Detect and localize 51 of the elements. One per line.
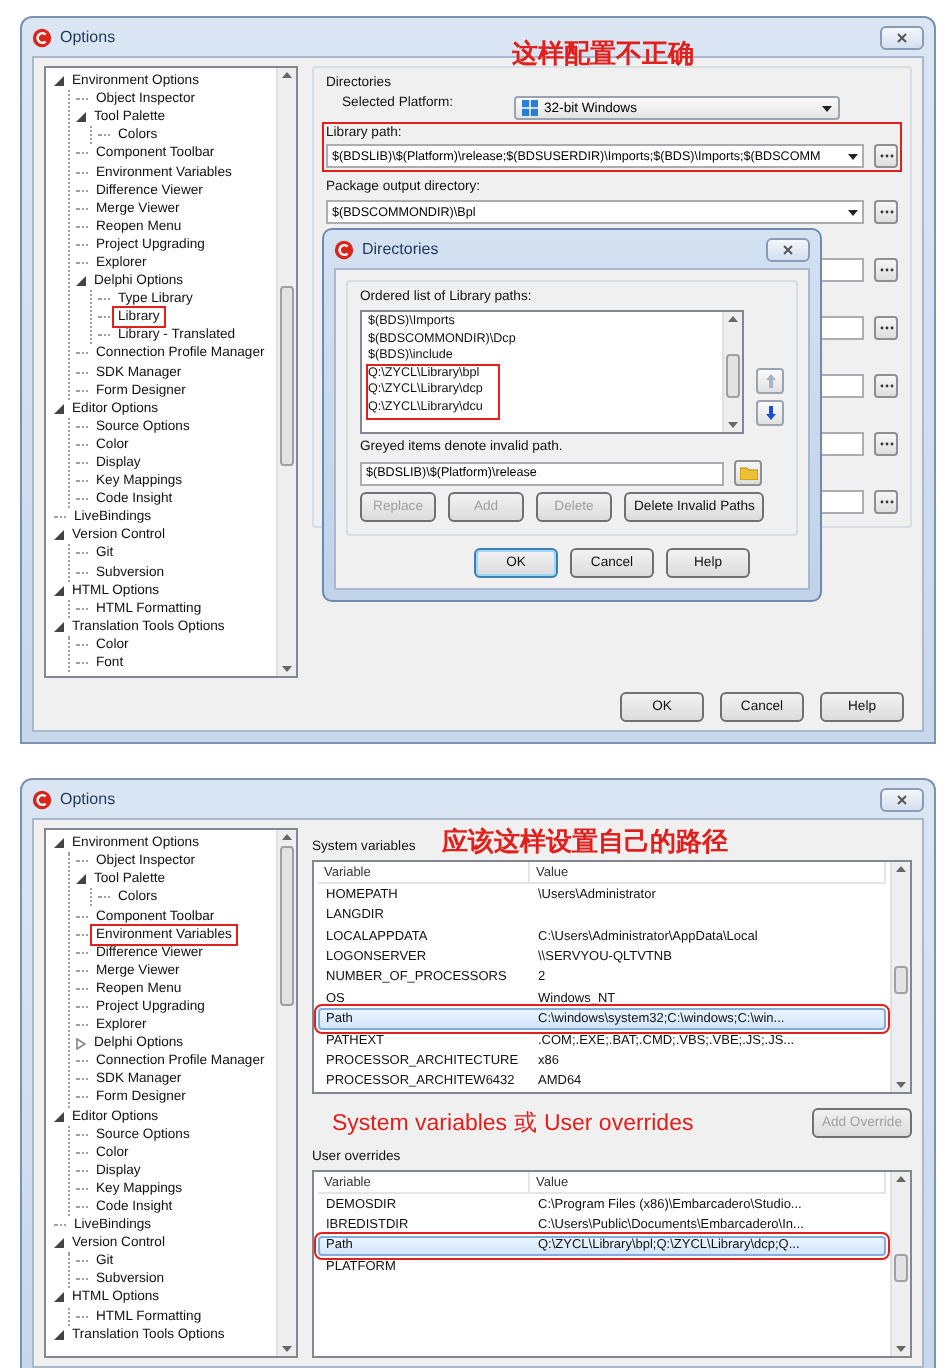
caret-icon [848,209,858,215]
annotation-text: 应该这样设置自己的路径 [442,824,728,861]
close-icon [896,31,908,43]
browse-button[interactable] [874,200,898,224]
scroll-thumb[interactable] [726,353,740,397]
close-button[interactable] [880,787,924,812]
scroll-down-icon[interactable] [282,1346,292,1352]
scroll-thumb[interactable] [894,1253,908,1281]
scroll-down-icon[interactable] [896,1346,906,1352]
scrollbar[interactable] [890,862,910,1092]
scroll-up-icon[interactable] [896,866,906,873]
grid-icon [522,100,538,116]
scrollbar[interactable] [276,68,296,677]
scroll-down-icon[interactable] [896,1082,906,1088]
dialog-title: Directories [362,240,439,258]
folder-button[interactable] [734,460,762,486]
browse-button[interactable] [874,144,898,168]
scroll-thumb[interactable] [280,846,294,1007]
close-icon [896,793,908,806]
app-icon [334,239,354,259]
scroll-up-icon[interactable] [282,834,292,841]
scroll-up-icon[interactable] [728,316,738,322]
window-title: Options [60,28,116,46]
scroll-thumb[interactable] [894,966,908,995]
folder-icon [739,466,757,480]
scroll-thumb[interactable] [280,285,294,466]
scroll-up-icon[interactable] [896,1176,906,1182]
scroll-down-icon[interactable] [728,422,738,428]
browse-button[interactable] [874,432,898,456]
scrollbar[interactable] [276,830,296,1356]
scroll-up-icon[interactable] [282,72,292,78]
caret-icon [848,153,858,159]
browse-button[interactable] [874,374,898,398]
close-button[interactable] [880,25,924,49]
browse-button[interactable] [874,258,898,282]
app-icon [32,27,52,47]
move-down-button[interactable] [756,400,784,426]
down-arrow-icon [765,406,775,420]
caret-icon [822,105,832,111]
browse-button[interactable] [874,316,898,340]
annotation-text: 这样配置不正确 [512,36,694,72]
scrollbar[interactable] [890,1172,910,1356]
close-icon [782,243,794,255]
app-icon [32,789,52,810]
up-arrow-icon [765,374,775,388]
annotation-text: System variables 或 User overrides [332,1109,694,1137]
scroll-down-icon[interactable] [282,666,292,673]
window-title: Options [60,790,116,809]
close-button[interactable] [766,237,810,261]
browse-button[interactable] [874,490,898,514]
scrollbar[interactable] [722,312,742,432]
